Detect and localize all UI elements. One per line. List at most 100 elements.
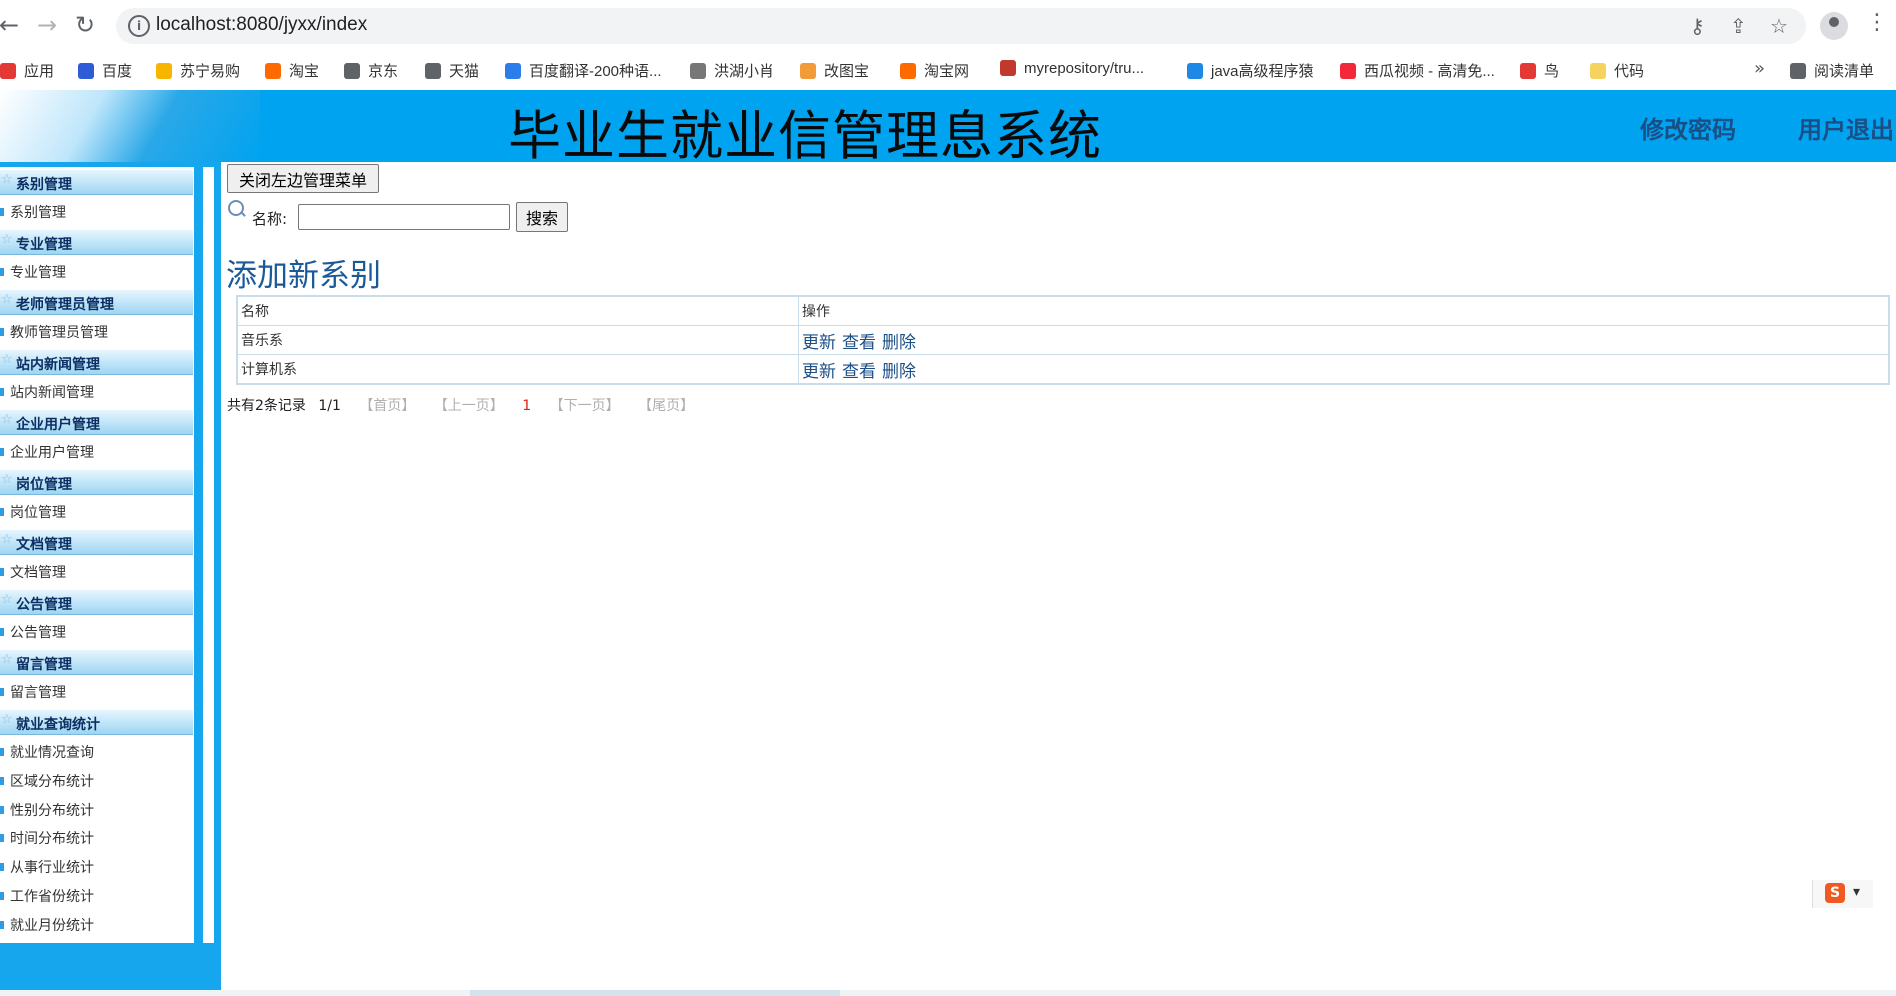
sidebar-item[interactable]: 文档管理 (0, 562, 66, 582)
bookmarks-more-icon[interactable]: » (1754, 58, 1765, 79)
browser-toolbar: ← → ↻ i localhost:8080/jyxx/index ⚷ ⇪ ☆ … (0, 0, 1896, 52)
sidebar-category-1[interactable]: ☆ 专业管理 (0, 230, 193, 255)
bookmark-12[interactable]: 西瓜视频 - 高清免... (1340, 60, 1495, 81)
url-text[interactable]: localhost:8080/jyxx/index (156, 14, 367, 36)
sidebar-category-8[interactable]: ☆ 留言管理 (0, 650, 193, 675)
sidebar-category-7[interactable]: ☆ 公告管理 (0, 590, 193, 615)
bullet-icon (0, 805, 4, 814)
logout-link[interactable]: 用户退出 (1798, 110, 1894, 145)
column-header: 操作 (798, 295, 1890, 326)
back-icon[interactable]: ← (0, 12, 22, 38)
next-page-link[interactable]: 【下一页】 (550, 398, 620, 414)
bookmark-8[interactable]: 改图宝 (800, 60, 869, 81)
sidebar-item[interactable]: 时间分布统计 (0, 828, 94, 848)
scrollbar-thumb[interactable] (470, 990, 840, 996)
bookmark-10[interactable]: myrepository/tru... (1000, 60, 1144, 77)
change-password-link[interactable]: 修改密码 (1640, 110, 1736, 145)
bookmark-13[interactable]: 鸟 (1520, 60, 1559, 81)
bookmark-favicon-icon (156, 63, 172, 79)
view-link[interactable]: 查看 (842, 362, 876, 382)
sidebar-category-0[interactable]: ☆ 系别管理 (0, 170, 193, 195)
sidebar-item[interactable]: 就业情况查询 (0, 742, 94, 762)
sidebar-item[interactable]: 系别管理 (0, 202, 66, 222)
address-bar[interactable]: i localhost:8080/jyxx/index ⚷ ⇪ ☆ (116, 8, 1806, 44)
horizontal-scrollbar[interactable] (0, 990, 1896, 996)
ime-dropdown-icon[interactable]: ▾ (1853, 884, 1860, 900)
bookmark-1[interactable]: 百度 (78, 60, 132, 81)
bookmark-label: 西瓜视频 - 高清免... (1364, 63, 1495, 80)
delete-link[interactable]: 删除 (882, 362, 916, 382)
sidebar-category-label: 就业查询统计 (16, 717, 100, 733)
search-button[interactable]: 搜索 (516, 202, 568, 232)
sidebar-category-5[interactable]: ☆ 岗位管理 (0, 470, 193, 495)
prev-page-link[interactable]: 【上一页】 (434, 398, 504, 414)
bookmark-15[interactable]: 阅读清单 (1790, 60, 1874, 81)
first-page-link[interactable]: 【首页】 (359, 398, 415, 414)
search-input[interactable] (298, 204, 510, 230)
browser-menu-icon[interactable]: ⋮ (1866, 10, 1888, 35)
key-icon[interactable]: ⚷ (1690, 14, 1705, 38)
star-icon: ☆ (1, 292, 13, 307)
sidebar-category-6[interactable]: ☆ 文档管理 (0, 530, 193, 555)
update-link[interactable]: 更新 (802, 333, 836, 353)
forward-icon[interactable]: → (34, 12, 60, 38)
bookmark-label: 苏宁易购 (180, 63, 241, 80)
sidebar-item[interactable]: 岗位管理 (0, 502, 66, 522)
ime-toolbar[interactable]: S ▾ (1812, 880, 1873, 908)
bookmark-favicon-icon (1590, 63, 1606, 79)
sidebar-item-label: 专业管理 (10, 265, 66, 281)
sidebar-item-label: 站内新闻管理 (10, 385, 94, 401)
department-name: 计算机系 (236, 354, 799, 385)
sidebar-item-label: 留言管理 (10, 685, 66, 701)
view-link[interactable]: 查看 (842, 333, 876, 353)
bookmark-14[interactable]: 代码 (1590, 60, 1644, 81)
sidebar-category-2[interactable]: ☆ 老师管理员管理 (0, 290, 193, 315)
sidebar-category-3[interactable]: ☆ 站内新闻管理 (0, 350, 193, 375)
bookmark-favicon-icon (1187, 63, 1203, 79)
star-icon: ☆ (1, 352, 13, 367)
share-icon[interactable]: ⇪ (1730, 14, 1747, 38)
bookmark-11[interactable]: java高级程序猿 (1187, 60, 1314, 81)
sidebar-scrollbar[interactable] (203, 167, 214, 943)
sogou-ime-icon[interactable]: S (1825, 883, 1845, 903)
bookmark-label: 百度 (102, 63, 133, 80)
sidebar-item[interactable]: 留言管理 (0, 682, 66, 702)
site-info-icon[interactable]: i (128, 15, 150, 37)
sidebar-item[interactable]: 企业用户管理 (0, 442, 94, 462)
bullet-icon (0, 748, 4, 756)
update-link[interactable]: 更新 (802, 362, 836, 382)
last-page-link[interactable]: 【尾页】 (638, 398, 694, 414)
close-left-menu-button[interactable]: 关闭左边管理菜单 (227, 164, 379, 193)
bookmark-9[interactable]: 淘宝网 (900, 60, 969, 81)
sidebar-item-label: 企业用户管理 (10, 445, 94, 461)
bookmark-3[interactable]: 淘宝 (265, 60, 319, 81)
bookmark-0[interactable]: 应用 (0, 60, 54, 81)
bookmark-label: 百度翻译-200种语... (529, 63, 662, 80)
sidebar-item[interactable]: 公告管理 (0, 622, 66, 642)
sidebar-item[interactable]: 专业管理 (0, 262, 66, 282)
sidebar-item[interactable]: 教师管理员管理 (0, 322, 108, 342)
delete-link[interactable]: 删除 (882, 333, 916, 353)
add-department-link[interactable]: 添加新系别 (226, 250, 381, 295)
sidebar-item[interactable]: 就业月份统计 (0, 915, 94, 935)
sidebar-item[interactable]: 从事行业统计 (0, 857, 94, 877)
sidebar-category-4[interactable]: ☆ 企业用户管理 (0, 410, 193, 435)
reload-icon[interactable]: ↻ (72, 12, 98, 38)
sidebar-item[interactable]: 工作省份统计 (0, 886, 94, 906)
sidebar-category-9[interactable]: ☆ 就业查询统计 (0, 710, 193, 735)
bookmark-5[interactable]: 天猫 (425, 60, 479, 81)
search-icon (228, 200, 244, 216)
bookmark-2[interactable]: 苏宁易购 (156, 60, 240, 81)
sidebar-item[interactable]: 站内新闻管理 (0, 382, 94, 402)
bookmark-star-icon[interactable]: ☆ (1770, 14, 1788, 38)
bookmark-7[interactable]: 洪湖小肖 (690, 60, 774, 81)
sidebar-item[interactable]: 区域分布统计 (0, 771, 94, 791)
sidebar-item-label: 教师管理员管理 (10, 325, 108, 341)
sidebar-item[interactable]: 性别分布统计 (0, 800, 94, 820)
bookmark-4[interactable]: 京东 (344, 60, 398, 81)
bullet-icon (0, 863, 4, 872)
department-table: 名称 操作 音乐系 更新 查看 删除 计算机系 更新 查看 删除 (236, 295, 1890, 385)
bullet-icon (0, 688, 4, 696)
bookmark-6[interactable]: 百度翻译-200种语... (505, 60, 662, 81)
profile-avatar-icon[interactable] (1820, 12, 1848, 40)
